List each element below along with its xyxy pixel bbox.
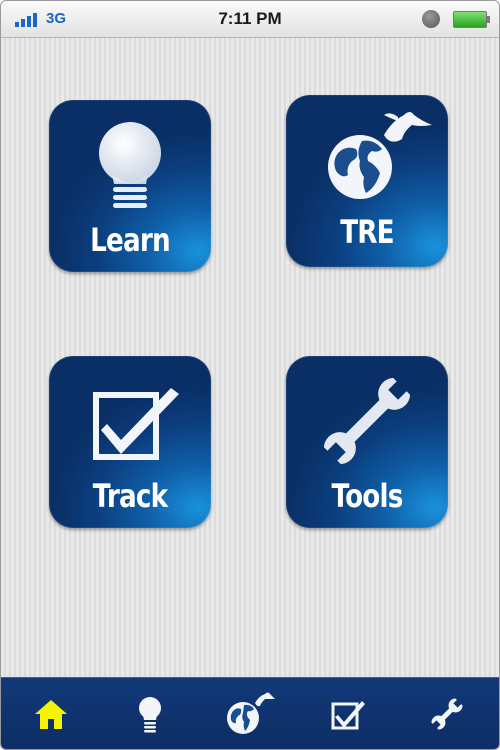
status-bar: 3G 7:11 PM: [1, 1, 499, 38]
tab-home[interactable]: [1, 678, 100, 749]
tools-tile-button[interactable]: Tools: [286, 356, 448, 528]
tab-bar: [1, 677, 499, 749]
checkbox-icon: [331, 701, 365, 730]
wrench-icon: [430, 698, 463, 730]
tre-label: TRE: [340, 213, 394, 251]
track-label: Track: [92, 477, 168, 515]
lightbulb-icon: [99, 122, 161, 208]
tab-track[interactable]: [298, 678, 397, 749]
tre-tile-button[interactable]: TRE: [286, 95, 448, 267]
tab-tre[interactable]: [199, 678, 298, 749]
lightbulb-icon: [138, 697, 161, 733]
wrench-icon: [323, 377, 411, 465]
home-icon: [34, 700, 67, 729]
learn-label: Learn: [90, 221, 171, 259]
globe-eagle-icon: [226, 692, 275, 734]
checkbox-icon: [93, 388, 179, 460]
learn-tile-button[interactable]: Learn: [49, 100, 211, 272]
app-screen: 3G 7:11 PM Learn TRE Track Tools: [0, 0, 500, 750]
tab-tools[interactable]: [397, 678, 496, 749]
globe-eagle-icon: [328, 112, 432, 199]
tools-label: Tools: [331, 477, 404, 515]
track-tile-button[interactable]: Track: [49, 356, 211, 528]
tab-learn[interactable]: [100, 678, 199, 749]
battery-icon: [453, 11, 490, 28]
status-indicator-icon: [422, 10, 440, 28]
